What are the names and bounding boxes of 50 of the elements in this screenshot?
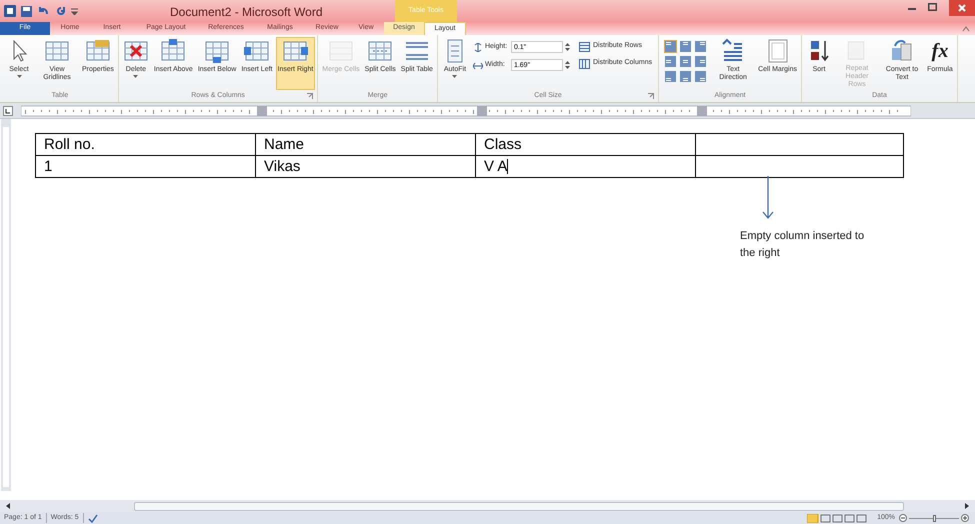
alignment-icon — [665, 56, 676, 67]
slider-thumb[interactable] — [932, 514, 936, 522]
alignment-icon — [695, 41, 706, 52]
zoom-slider[interactable] — [909, 514, 959, 522]
table-cell: 1 — [36, 156, 256, 178]
formula-icon: fx — [932, 38, 948, 64]
align-button[interactable] — [664, 55, 678, 68]
redo-icon — [56, 6, 66, 16]
proofing-icon — [88, 514, 98, 522]
alignment-icon — [680, 41, 692, 52]
align-button[interactable] — [694, 70, 708, 83]
align-button[interactable] — [664, 70, 678, 83]
alignment-icon — [680, 56, 692, 67]
alignment-icon — [665, 41, 676, 52]
height-icon — [472, 42, 483, 52]
alignment-icon — [695, 71, 706, 82]
zoom-in-icon — [961, 514, 969, 522]
table-cell: Roll no. — [36, 134, 256, 156]
table-cell: Class — [476, 134, 696, 156]
undo-icon — [37, 6, 51, 16]
zoom-out-icon — [899, 514, 907, 522]
align-button[interactable] — [694, 40, 708, 53]
app-icon — [4, 5, 16, 17]
alignment-icon — [665, 71, 676, 82]
close-icon — [949, 0, 975, 16]
table-cell: V A — [476, 156, 696, 178]
customize-icon — [71, 7, 78, 15]
text-cursor — [507, 159, 508, 174]
align-button[interactable] — [679, 70, 692, 83]
window-title: Document2 - Microsoft Word — [170, 4, 322, 21]
align-button[interactable] — [679, 40, 692, 53]
view-mode-icon — [807, 514, 868, 522]
align-button[interactable] — [664, 40, 678, 53]
alignment-icon — [680, 71, 692, 82]
distribute-columns-icon — [578, 58, 590, 68]
horizontal-scrollbar[interactable] — [0, 500, 975, 512]
table-cell: Name — [256, 134, 476, 156]
align-button[interactable] — [694, 55, 708, 68]
save-icon — [21, 6, 32, 16]
minimize-icon — [908, 8, 916, 10]
maximize-icon — [928, 3, 937, 11]
annotation-text: Empty column inserted to the right — [740, 229, 866, 261]
tab-selector-icon — [3, 106, 13, 116]
scroll-thumb[interactable] — [134, 502, 904, 510]
alignment-icon — [695, 56, 706, 67]
table-cell: Vikas — [256, 156, 476, 178]
align-button[interactable] — [679, 55, 692, 68]
width-icon — [472, 60, 483, 70]
arrow-icon — [762, 176, 774, 220]
distribute-rows-icon — [578, 42, 590, 52]
